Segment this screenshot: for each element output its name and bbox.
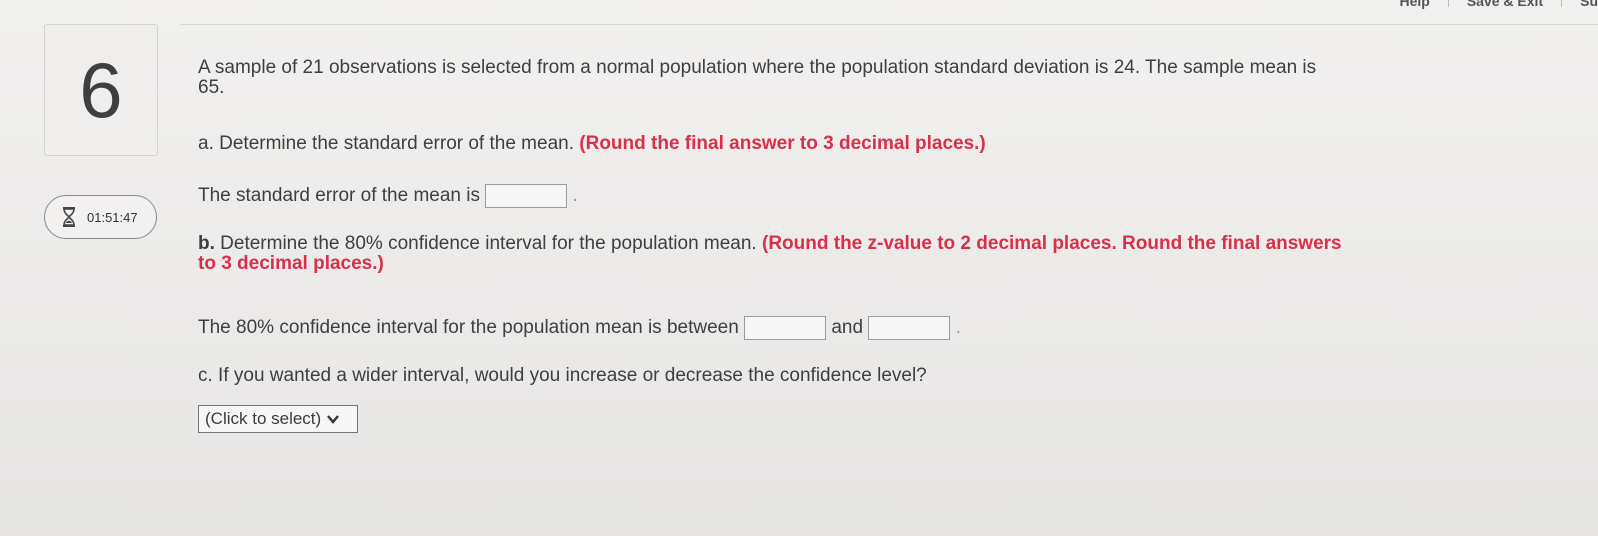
problem-intro: A sample of 21 observations is selected … [198, 58, 1316, 98]
page: Help Save & Exit Su 6 01:51:47 A sample … [0, 0, 1598, 536]
select-value: (Click to select) [205, 409, 322, 428]
submit-button[interactable]: Su [1562, 0, 1598, 9]
part-a-answer-prefix: The standard error of the mean is [198, 185, 480, 207]
and-label: and [831, 317, 864, 339]
confidence-level-select[interactable]: (Click to select) [198, 405, 358, 433]
timer[interactable]: 01:51:47 [44, 195, 157, 239]
problem-intro-line1: A sample of 21 observations is selected … [198, 57, 1317, 78]
part-b-text: Determine the 80% confidence interval fo… [214, 233, 762, 254]
part-a-text: Determine the standard error of the mean… [213, 133, 580, 154]
part-b-rounding-note-line2: to 3 decimal places.) [198, 253, 384, 274]
interval-lower-input[interactable] [744, 316, 827, 340]
problem-intro-line2: 65. [198, 77, 225, 98]
save-exit-button[interactable]: Save & Exit [1449, 0, 1561, 9]
question-number-box: 6 [44, 24, 158, 156]
part-a-answer-line: The standard error of the mean is . [198, 184, 578, 208]
header-divider [180, 24, 1598, 25]
part-b-answer-line: The 80% confidence interval for the popu… [198, 316, 961, 340]
period: . [572, 185, 578, 207]
question-number: 6 [79, 46, 123, 134]
period: . [955, 317, 961, 339]
hourglass-icon [63, 207, 75, 227]
top-nav: Help Save & Exit Su [1382, 0, 1598, 9]
timer-value: 01:51:47 [87, 209, 138, 225]
part-a-rounding-note: (Round the final answer to 3 decimal pla… [579, 133, 986, 154]
part-c-question: c. If you wanted a wider interval, would… [198, 366, 927, 386]
part-a-question: a. Determine the standard error of the m… [198, 134, 986, 154]
part-b-question: b. Determine the 80% confidence interval… [198, 234, 1342, 274]
part-a-label: a. [198, 133, 214, 154]
chevron-down-icon [327, 415, 340, 424]
part-c-label: c. [198, 365, 213, 386]
part-b-label: b. [198, 233, 215, 254]
part-b-answer-prefix: The 80% confidence interval for the popu… [198, 317, 739, 339]
interval-upper-input[interactable] [868, 316, 951, 340]
standard-error-input[interactable] [485, 184, 568, 208]
help-button[interactable]: Help [1382, 0, 1448, 9]
part-b-rounding-note-line1: (Round the z-value to 2 decimal places. … [762, 233, 1342, 254]
part-c-text: If you wanted a wider interval, would yo… [212, 365, 927, 386]
